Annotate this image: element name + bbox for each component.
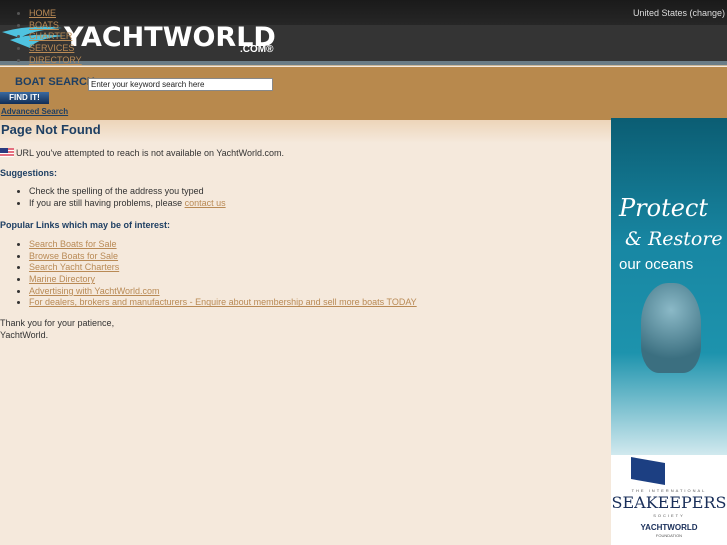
link-advertising[interactable]: Advertising with YachtWorld.com [29, 286, 160, 296]
thanks-message: Thank you for your patience, YachtWorld. [0, 318, 114, 341]
nav-home[interactable]: HOME [29, 8, 56, 18]
flag-icon [631, 457, 665, 485]
ad-restore: & Restore [625, 228, 723, 250]
thanks-line: Thank you for your patience, [0, 318, 115, 328]
keyword-search-input[interactable] [88, 78, 273, 91]
ad-yachtworld: YACHTWORLD [640, 523, 698, 532]
boat-search-label: BOAT SEARCH [15, 76, 95, 88]
find-it-button[interactable]: FIND IT! [0, 92, 49, 104]
ad-foundation: FOUNDATION [655, 533, 683, 538]
sea-lion-image [641, 283, 701, 373]
main-nav: HOME BOATS CHARTER SERVICES DIRECTORY [20, 8, 82, 66]
country-selector[interactable]: United States (change) [633, 8, 725, 18]
page-title: Page Not Found [1, 122, 101, 137]
boat-search-bar: BOAT SEARCH FIND IT! Advanced Search [0, 67, 727, 118]
link-dealers[interactable]: For dealers, brokers and manufacturers -… [29, 297, 417, 307]
list-item: If you are still having problems, please… [29, 198, 226, 210]
link-search-charters[interactable]: Search Yacht Charters [29, 262, 119, 272]
seakeepers-ad-banner[interactable]: Protect & Restore our oceans THE INTERNA… [611, 118, 727, 545]
link-marine-directory[interactable]: Marine Directory [29, 274, 95, 284]
error-text: URL you've attempted to reach is not ava… [16, 148, 285, 158]
link-browse-boats[interactable]: Browse Boats for Sale [29, 251, 118, 261]
ad-protect: Protect [619, 194, 709, 222]
nav-charter[interactable]: CHARTER [29, 31, 72, 41]
seakeepers-logo: THE INTERNATIONAL SEAKEEPERS SOCIETY YAC… [611, 455, 727, 545]
signature: YachtWorld. [0, 329, 49, 340]
list-item: Check the spelling of the address you ty… [29, 186, 226, 198]
error-message: URL you've attempted to reach is not ava… [0, 148, 284, 158]
suggestions-heading: Suggestions: [0, 168, 58, 178]
ad-society: SOCIETY [653, 513, 685, 518]
popular-links-heading: Popular Links which may be of interest: [0, 220, 171, 230]
suggestions-list: Check the spelling of the address you ty… [20, 186, 226, 209]
us-flag-icon [0, 148, 14, 157]
popular-links-list: Search Boats for Sale Browse Boats for S… [20, 239, 417, 309]
ad-oceans: our oceans [619, 256, 694, 273]
nav-directory[interactable]: DIRECTORY [29, 55, 82, 65]
nav-boats[interactable]: BOATS [29, 20, 59, 30]
header-strip [0, 61, 727, 66]
suggestion-text: If you are still having problems, please [29, 197, 185, 208]
divider [0, 118, 611, 120]
advanced-search-link[interactable]: Advanced Search [1, 107, 68, 116]
contact-us-link[interactable]: contact us [185, 198, 226, 208]
nav-services[interactable]: SERVICES [29, 43, 74, 53]
logo-com: .COM® [240, 44, 274, 55]
ad-seakeepers: SEAKEEPERS [611, 493, 727, 512]
link-search-boats[interactable]: Search Boats for Sale [29, 239, 117, 249]
